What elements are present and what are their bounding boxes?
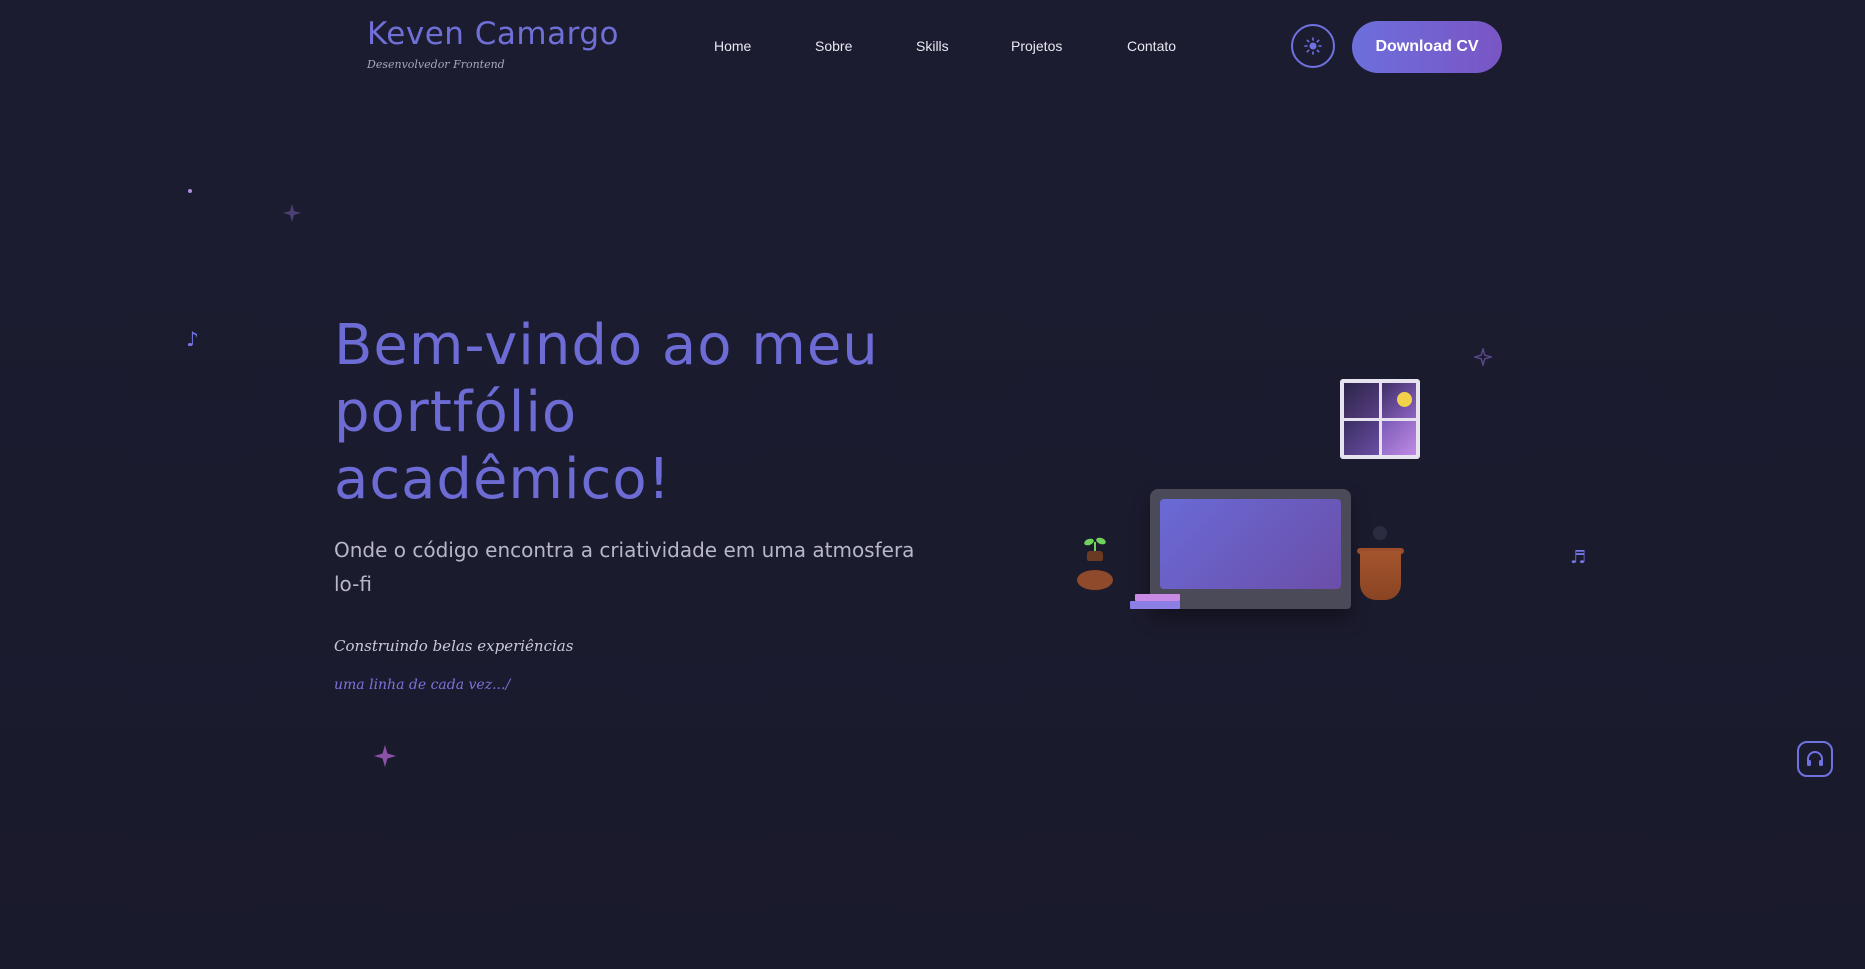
laptop-screen [1160, 499, 1341, 589]
music-note-icon: ♪ [186, 327, 199, 351]
brand-subtitle: Desenvolvedor Frontend [367, 58, 505, 71]
sparkle-icon [374, 745, 396, 767]
window-pane [1344, 383, 1379, 418]
tagline-primary: Construindo belas experiências [334, 637, 574, 655]
tagline-secondary: uma linha de cada vez.../ [334, 677, 511, 693]
sparkle-outline-icon [1474, 348, 1492, 366]
download-cv-button[interactable]: Download CV [1352, 21, 1502, 73]
moon-icon [1396, 392, 1412, 407]
window-illustration [1340, 379, 1420, 459]
window-pane [1381, 383, 1416, 418]
audio-toggle-button[interactable] [1797, 741, 1833, 777]
window-pane [1344, 420, 1379, 455]
sparkle-dot [188, 189, 192, 193]
plant-leaf [1095, 536, 1107, 546]
sun-icon [1304, 37, 1322, 55]
headphones-icon [1807, 751, 1823, 766]
book-illustration [1135, 594, 1180, 601]
theme-toggle-button[interactable] [1291, 24, 1335, 68]
nav-sobre[interactable]: Sobre [815, 38, 852, 54]
brand[interactable]: Keven Camargo Desenvolvedor Frontend [367, 16, 619, 71]
music-notes-icon: ♬ [1570, 547, 1587, 568]
nav-projetos[interactable]: Projetos [1011, 38, 1062, 54]
hero-title: Bem-vindo ao meu portfólio acadêmico! [334, 313, 879, 512]
nav-skills[interactable]: Skills [916, 38, 949, 54]
book-illustration [1130, 601, 1180, 609]
steam-illustration [1373, 526, 1387, 540]
plant-leaf [1083, 537, 1095, 547]
portfolio-page: Keven Camargo Desenvolvedor Frontend Hom… [0, 0, 1865, 969]
window-pane [1381, 420, 1416, 455]
hero-subtitle: Onde o código encontra a criatividade em… [334, 538, 915, 596]
plant-pot [1077, 570, 1113, 590]
coffee-cup-illustration [1360, 551, 1401, 600]
sparkle-icon [283, 204, 301, 222]
nav-contato[interactable]: Contato [1127, 38, 1176, 54]
plant-pot-top [1087, 551, 1103, 561]
nav-home[interactable]: Home [714, 38, 751, 54]
brand-name[interactable]: Keven Camargo [367, 16, 619, 52]
laptop-illustration [1150, 489, 1351, 609]
